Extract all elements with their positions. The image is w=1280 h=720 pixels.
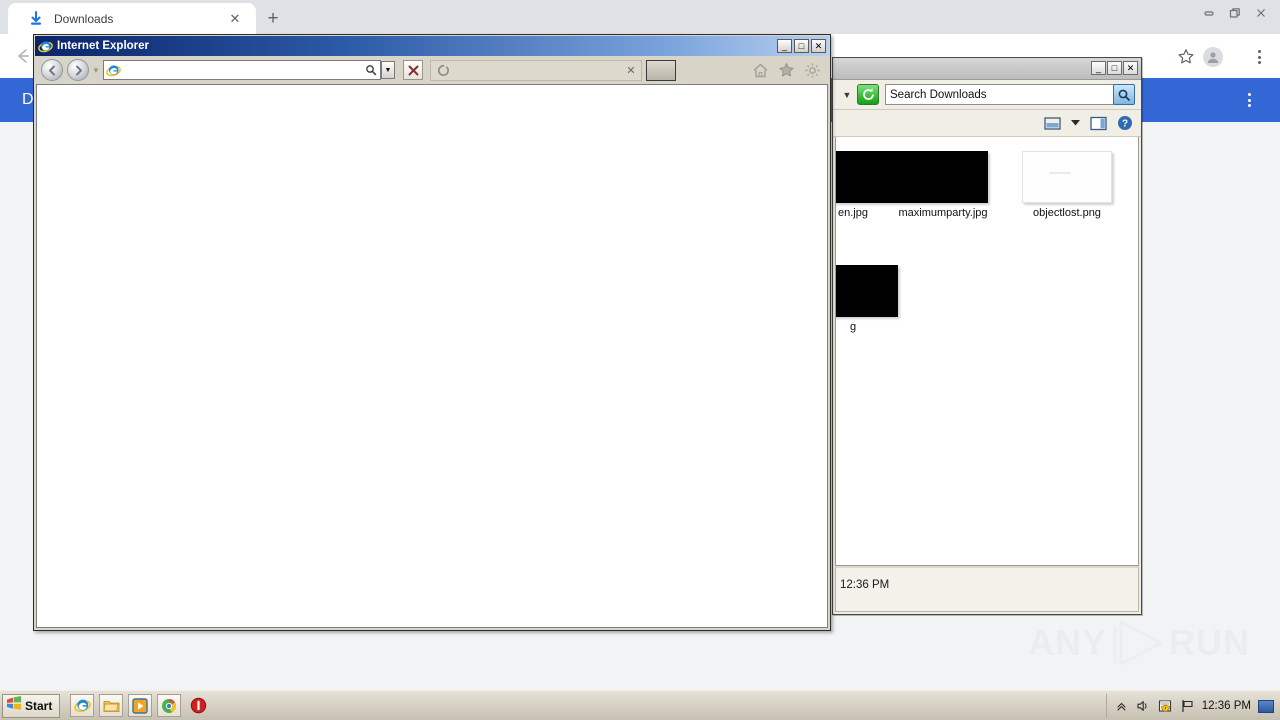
home-icon[interactable] bbox=[752, 62, 769, 79]
loading-spinner-icon bbox=[437, 64, 450, 77]
file-thumbnail bbox=[1022, 151, 1112, 203]
maximize-button[interactable] bbox=[1222, 2, 1248, 24]
ie-tab-strip: ✕ bbox=[430, 59, 748, 81]
ie-window-controls: _ □ ✕ bbox=[777, 39, 826, 53]
start-button[interactable]: Start bbox=[2, 693, 61, 718]
new-tab-button[interactable] bbox=[646, 59, 676, 81]
ie-tab[interactable]: ✕ bbox=[430, 59, 642, 81]
close-icon[interactable]: ✕ bbox=[226, 10, 244, 28]
ie-title-bar[interactable]: Internet Explorer _ □ ✕ bbox=[35, 36, 829, 56]
star-icon[interactable] bbox=[778, 62, 795, 79]
chrome-tab-title: Downloads bbox=[54, 11, 114, 26]
internet-explorer-icon bbox=[106, 63, 121, 78]
maximize-button[interactable]: □ bbox=[1107, 61, 1122, 75]
minimize-button[interactable] bbox=[1196, 2, 1222, 24]
chevron-down-icon[interactable]: ▼ bbox=[89, 60, 103, 80]
chevron-up-icon[interactable] bbox=[1114, 699, 1129, 714]
three-dot-menu-icon[interactable] bbox=[1250, 45, 1268, 69]
file-item[interactable]: objectlost.png bbox=[1020, 151, 1114, 219]
quick-launch-bar bbox=[70, 694, 210, 717]
minimize-button[interactable]: _ bbox=[1091, 61, 1106, 75]
chrome-tab-strip: Downloads ✕ + bbox=[0, 0, 1280, 34]
close-icon[interactable]: ✕ bbox=[625, 64, 637, 77]
explorer-status-bar: 12:36 PM bbox=[835, 566, 1139, 612]
red-circle-icon[interactable] bbox=[186, 694, 210, 717]
internet-explorer-icon bbox=[38, 39, 53, 54]
file-item[interactable]: maximumparty.jpg bbox=[896, 151, 990, 219]
chevron-down-icon[interactable] bbox=[1071, 120, 1080, 126]
taskbar: Start 12:36 PM bbox=[0, 690, 1280, 720]
internet-explorer-window: Internet Explorer _ □ ✕ ▼ ▼ ✕ bbox=[33, 34, 831, 631]
file-item[interactable]: g bbox=[836, 265, 900, 333]
magnifier-icon[interactable] bbox=[363, 61, 378, 79]
security-shield-icon[interactable] bbox=[1158, 699, 1173, 714]
windows-flag-icon bbox=[6, 695, 22, 716]
chevron-down-icon[interactable]: ▼ bbox=[839, 86, 855, 104]
folder-icon[interactable] bbox=[99, 694, 124, 717]
close-button[interactable] bbox=[1248, 2, 1274, 24]
speaker-icon[interactable] bbox=[1136, 699, 1151, 714]
file-thumbnail bbox=[898, 151, 988, 203]
view-layout-icon[interactable] bbox=[1044, 116, 1061, 131]
download-icon bbox=[28, 10, 44, 27]
file-name: objectlost.png bbox=[1033, 207, 1101, 219]
ie-page-content[interactable] bbox=[36, 84, 828, 628]
search-input[interactable]: Search Downloads bbox=[885, 84, 1114, 105]
internet-explorer-icon[interactable] bbox=[70, 694, 95, 717]
close-button[interactable]: ✕ bbox=[1123, 61, 1138, 75]
ie-command-icons bbox=[752, 62, 829, 79]
search-input-value: Search Downloads bbox=[890, 88, 987, 101]
media-player-icon[interactable] bbox=[128, 694, 153, 717]
close-button[interactable]: ✕ bbox=[811, 39, 826, 53]
file-thumbnail bbox=[836, 151, 898, 203]
start-label: Start bbox=[25, 698, 53, 713]
file-name: g bbox=[849, 321, 857, 333]
preview-pane-icon[interactable] bbox=[1090, 116, 1107, 131]
explorer-view-toolbar: ? bbox=[833, 110, 1141, 137]
help-icon[interactable]: ? bbox=[1117, 115, 1133, 131]
maximize-button[interactable]: □ bbox=[794, 39, 809, 53]
downloads-menu-icon[interactable] bbox=[1240, 88, 1258, 112]
new-tab-button[interactable]: + bbox=[260, 6, 286, 32]
status-text: 12:36 PM bbox=[840, 579, 890, 591]
file-name: en.jpg bbox=[838, 207, 868, 219]
system-tray: 12:36 PM bbox=[1105, 694, 1278, 718]
chrome-icon[interactable] bbox=[157, 694, 182, 717]
forward-arrow-icon[interactable] bbox=[67, 59, 89, 81]
minimize-button[interactable]: _ bbox=[777, 39, 792, 53]
explorer-window-controls: _ □ ✕ bbox=[1091, 61, 1138, 75]
explorer-file-list[interactable]: en.jpg maximumparty.jpg objectlost.png g bbox=[835, 137, 1139, 566]
screen: Downloads ✕ + _ □ ✕ ▼ Search Downloads ?… bbox=[0, 0, 1280, 720]
explorer-address-bar: ▼ Search Downloads bbox=[833, 80, 1141, 110]
svg-text:?: ? bbox=[1122, 119, 1128, 130]
ie-address-bar[interactable] bbox=[103, 60, 381, 80]
file-thumbnail bbox=[836, 265, 898, 317]
address-input[interactable] bbox=[124, 62, 363, 78]
gear-icon[interactable] bbox=[804, 62, 821, 79]
star-icon[interactable] bbox=[1175, 46, 1197, 68]
avatar-icon[interactable] bbox=[1203, 47, 1223, 67]
chrome-window-controls bbox=[1196, 0, 1274, 26]
tray-clock[interactable]: 12:36 PM bbox=[1202, 700, 1251, 712]
file-item[interactable]: en.jpg bbox=[836, 151, 900, 219]
explorer-title-bar[interactable]: _ □ ✕ bbox=[833, 58, 1141, 80]
file-grid: en.jpg maximumparty.jpg objectlost.png g bbox=[836, 137, 1138, 565]
chrome-tab-downloads[interactable]: Downloads ✕ bbox=[8, 3, 256, 34]
ie-window-title: Internet Explorer bbox=[57, 40, 150, 52]
stop-x-icon[interactable] bbox=[403, 60, 423, 80]
refresh-icon[interactable] bbox=[857, 84, 879, 105]
windows-explorer-window: _ □ ✕ ▼ Search Downloads ? en.jpg maximu… bbox=[832, 57, 1142, 615]
flag-icon[interactable] bbox=[1180, 699, 1195, 714]
ie-navigation-bar: ▼ ▼ ✕ bbox=[35, 56, 829, 84]
back-arrow-icon[interactable] bbox=[41, 59, 63, 81]
magnifier-icon[interactable] bbox=[1113, 84, 1135, 105]
back-arrow-icon[interactable] bbox=[8, 42, 36, 70]
show-desktop-icon[interactable] bbox=[1258, 699, 1274, 713]
file-name: maximumparty.jpg bbox=[898, 207, 988, 219]
address-dropdown-icon[interactable]: ▼ bbox=[381, 61, 395, 79]
